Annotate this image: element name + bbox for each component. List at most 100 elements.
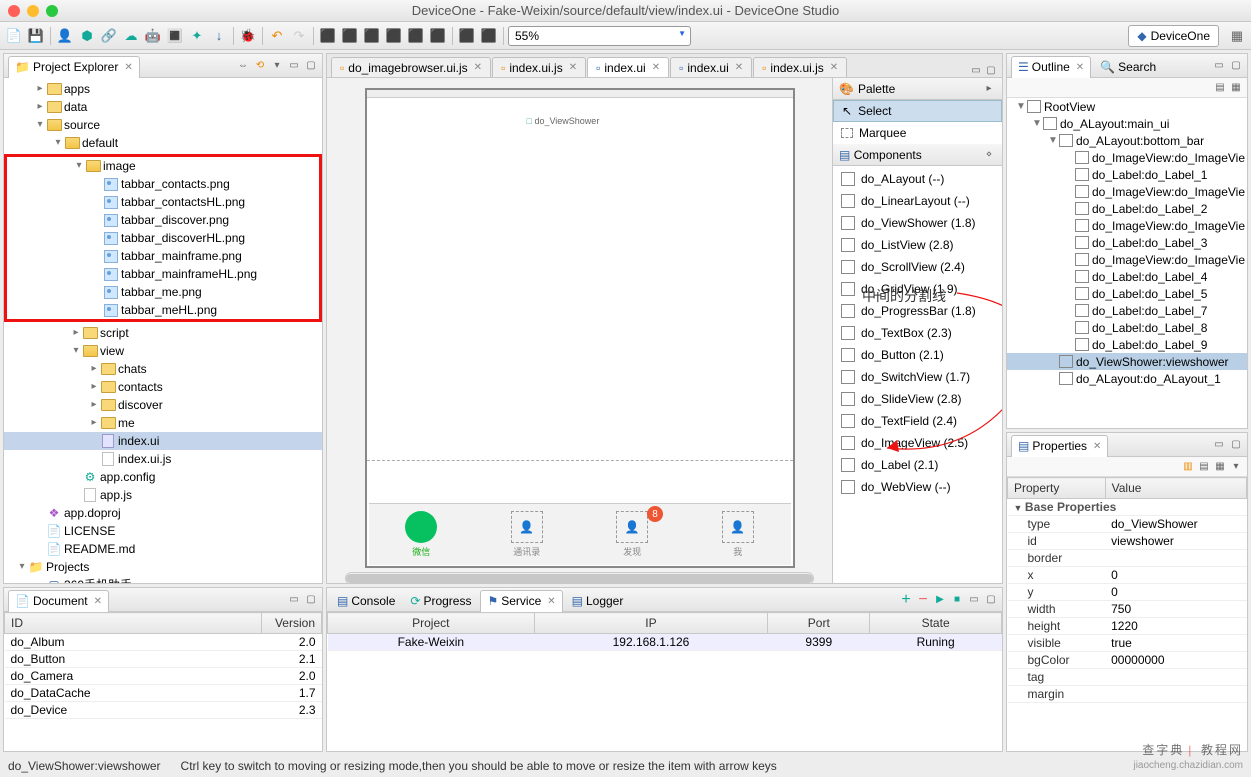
close-tab-icon[interactable]: ✕	[569, 62, 577, 73]
outline-item[interactable]: do_ImageView:do_ImageVie	[1007, 251, 1247, 268]
debug-icon[interactable]: 🐞	[238, 26, 258, 46]
new-button[interactable]: 📄	[4, 26, 24, 46]
outline-item[interactable]: do_Label:do_Label_9	[1007, 336, 1247, 353]
align-right-icon[interactable]: ⬛	[362, 26, 382, 46]
outline-item[interactable]: do_Label:do_Label_2	[1007, 200, 1247, 217]
deviceone-button[interactable]: ◆DeviceOne	[1128, 25, 1219, 47]
maximize-panel-icon[interactable]: ▢	[1229, 438, 1243, 452]
minimize-panel-icon[interactable]: ▭	[967, 593, 981, 607]
align-bot-icon[interactable]: ⬛	[428, 26, 448, 46]
search-tab[interactable]: 🔍Search	[1094, 56, 1162, 78]
collapse-icon[interactable]: ⇔	[236, 59, 250, 73]
palette-item[interactable]: do_Button (2.1)	[833, 344, 1002, 366]
property-row[interactable]: tag	[1008, 669, 1247, 686]
property-row[interactable]: typedo_ViewShower	[1008, 516, 1247, 533]
outline-item[interactable]: do_Label:do_Label_8	[1007, 319, 1247, 336]
link-icon[interactable]: 🔗	[99, 26, 119, 46]
outline-item[interactable]: do_Label:do_Label_7	[1007, 302, 1247, 319]
palette-item[interactable]: do_LinearLayout (--)	[833, 190, 1002, 212]
outline-item[interactable]: ▼RootView	[1007, 98, 1247, 115]
align-left-icon[interactable]: ⬛	[318, 26, 338, 46]
tree-file[interactable]: tabbar_contactsHL.png	[7, 193, 319, 211]
outline-item[interactable]: do_ImageView:do_ImageVie	[1007, 149, 1247, 166]
bottombar-item[interactable]: 微信	[369, 504, 475, 565]
console-tab[interactable]: ▤Console	[331, 590, 401, 612]
outline-item[interactable]: do_Label:do_Label_1	[1007, 166, 1247, 183]
palette-item[interactable]: do_WebView (--)	[833, 476, 1002, 498]
editor-tab[interactable]: ▫index.ui.js✕	[753, 57, 847, 77]
prop-menu-icon[interactable]: ▾	[1229, 459, 1243, 473]
palette-item[interactable]: do_Label (2.1)	[833, 454, 1002, 476]
properties-table[interactable]: PropertyValue Base Properties typedo_Vie…	[1007, 477, 1247, 703]
tree-file[interactable]: tabbar_meHL.png	[7, 301, 319, 319]
bottombar-item[interactable]: 👤我	[685, 504, 791, 565]
maximize-panel-icon[interactable]: ▢	[984, 593, 998, 607]
outline-btn2-icon[interactable]: ▦	[1229, 80, 1243, 94]
close-tab-icon[interactable]: ✕	[474, 62, 482, 73]
palette-item[interactable]: do_ViewShower (1.8)	[833, 212, 1002, 234]
align-mid-icon[interactable]: ⬛	[406, 26, 426, 46]
outline-item[interactable]: do_Label:do_Label_5	[1007, 285, 1247, 302]
maximize-panel-icon[interactable]: ▢	[984, 63, 998, 77]
maximize-panel-icon[interactable]: ▢	[304, 593, 318, 607]
property-row[interactable]: height1220	[1008, 618, 1247, 635]
editor-tab[interactable]: ▫index.ui✕	[587, 57, 669, 77]
align-top-icon[interactable]: ⬛	[384, 26, 404, 46]
scrollbar[interactable]	[345, 572, 814, 583]
property-row[interactable]: y0	[1008, 584, 1247, 601]
property-row[interactable]: margin	[1008, 686, 1247, 703]
refresh-icon[interactable]: ↓	[209, 26, 229, 46]
outline-item[interactable]: do_ALayout:do_ALayout_1	[1007, 370, 1247, 387]
outline-btn1-icon[interactable]: ▤	[1213, 80, 1227, 94]
outline-item[interactable]: do_Label:do_Label_3	[1007, 234, 1247, 251]
palette-item[interactable]: do_ListView (2.8)	[833, 234, 1002, 256]
user-icon[interactable]: 👤	[55, 26, 75, 46]
minimize-panel-icon[interactable]: ▭	[969, 63, 983, 77]
apple-icon[interactable]: 🔳	[165, 26, 185, 46]
table-row[interactable]: do_Camera2.0	[5, 668, 322, 685]
remove-icon[interactable]: −	[916, 593, 930, 607]
stop-icon[interactable]: ■	[950, 593, 964, 607]
minimize-panel-icon[interactable]: ▭	[287, 593, 301, 607]
minimize-panel-icon[interactable]: ▭	[1212, 438, 1226, 452]
table-row[interactable]: do_Device2.3	[5, 702, 322, 719]
add-icon[interactable]: +	[899, 593, 913, 607]
bottombar-item[interactable]: 👤发现8	[580, 504, 686, 565]
align-center-icon[interactable]: ⬛	[340, 26, 360, 46]
minimize-panel-icon[interactable]: ▭	[287, 59, 301, 73]
save-button[interactable]: 💾	[26, 26, 46, 46]
document-table[interactable]: IDVersion do_Album2.0do_Button2.1do_Came…	[4, 612, 322, 719]
outline-tab[interactable]: ☰Outline✕	[1011, 56, 1091, 78]
outline-item[interactable]: ▼do_ALayout:main_ui	[1007, 115, 1247, 132]
property-row[interactable]: bgColor00000000	[1008, 652, 1247, 669]
tree-file[interactable]: tabbar_discover.png	[7, 211, 319, 229]
play-icon[interactable]: ✦	[187, 26, 207, 46]
property-row[interactable]: border	[1008, 550, 1247, 567]
properties-tab[interactable]: ▤Properties✕	[1011, 435, 1108, 457]
editor-tab[interactable]: ▫index.ui.js✕	[492, 57, 586, 77]
tree-file[interactable]: tabbar_mainframe.png	[7, 247, 319, 265]
property-row[interactable]: visibletrue	[1008, 635, 1247, 652]
prop-btn2-icon[interactable]: ▤	[1197, 459, 1211, 473]
table-row[interactable]: do_DataCache1.7	[5, 685, 322, 702]
tree-file[interactable]: tabbar_discoverHL.png	[7, 229, 319, 247]
cube-icon[interactable]: ⬢	[77, 26, 97, 46]
tree-file[interactable]: tabbar_me.png	[7, 283, 319, 301]
designer-canvas[interactable]: do_ViewShower 微信👤通讯录👤发现8👤我	[327, 78, 832, 583]
prop-btn1-icon[interactable]: ▥	[1181, 459, 1195, 473]
palette-item[interactable]: do_SlideView (2.8)	[833, 388, 1002, 410]
maximize-panel-icon[interactable]: ▢	[1229, 59, 1243, 73]
prop-btn3-icon[interactable]: ▦	[1213, 459, 1227, 473]
close-tab-icon[interactable]: ✕	[830, 62, 838, 73]
menu-icon[interactable]: ▾	[270, 59, 284, 73]
palette-select[interactable]: ↖Select	[833, 100, 1002, 122]
table-row[interactable]: do_Album2.0	[5, 634, 322, 651]
zoom-select[interactable]	[508, 26, 691, 46]
service-table[interactable]: ProjectIPPortState Fake-Weixin192.168.1.…	[327, 612, 1002, 651]
document-tab[interactable]: 📄Document✕	[8, 590, 109, 612]
property-row[interactable]: idviewshower	[1008, 533, 1247, 550]
property-row[interactable]: width750	[1008, 601, 1247, 618]
editor-tab[interactable]: ▫index.ui✕	[670, 57, 752, 77]
outline-item[interactable]: do_ImageView:do_ImageVie	[1007, 183, 1247, 200]
width-icon[interactable]: ⬛	[457, 26, 477, 46]
